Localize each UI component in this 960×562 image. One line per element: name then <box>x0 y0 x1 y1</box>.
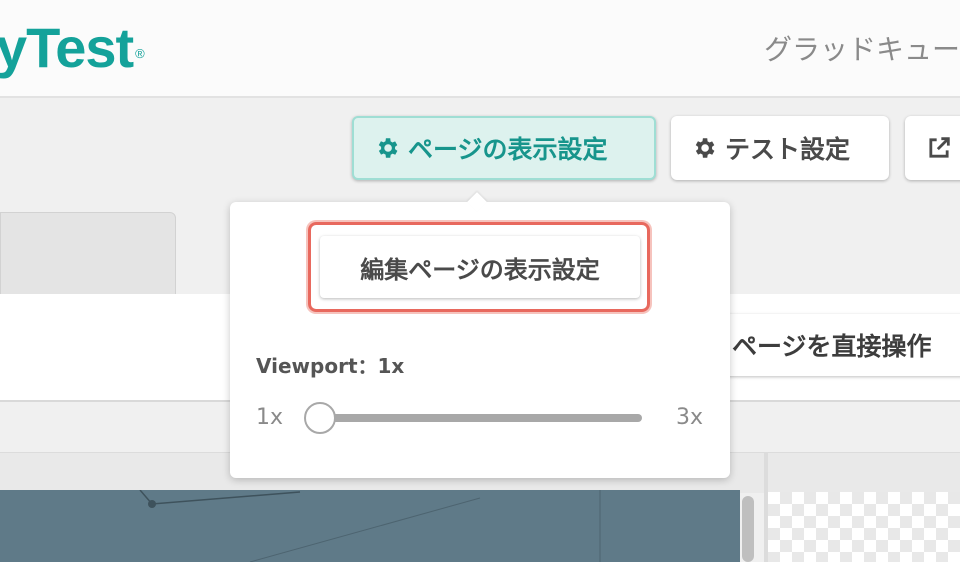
page-view-settings-button[interactable]: ページの表示設定 <box>352 116 656 180</box>
gear-icon <box>378 138 398 158</box>
open-external-button[interactable] <box>905 116 960 180</box>
test-settings-label: テスト設定 <box>725 135 851 164</box>
external-link-icon <box>929 137 950 158</box>
edit-page-view-settings-button[interactable]: 編集ページの表示設定 <box>320 236 640 298</box>
logo: yTest ® <box>0 16 145 79</box>
viewport-slider-thumb[interactable] <box>304 402 336 434</box>
transparent-background-preview <box>768 492 960 562</box>
app-header: yTest ® グラッドキュー <box>0 0 960 98</box>
slider-max-label: 3x <box>676 405 704 430</box>
preview-scrollbar[interactable] <box>742 496 754 562</box>
editor-tab[interactable] <box>0 212 176 296</box>
slider-min-label: 1x <box>256 405 284 430</box>
viewport-slider-track[interactable] <box>320 414 642 422</box>
viewport-label: Viewport：1x <box>256 354 405 378</box>
gear-icon <box>695 138 715 158</box>
page-preview-canvas[interactable] <box>0 490 740 562</box>
page-view-settings-label: ページの表示設定 <box>408 135 608 164</box>
preview-chart-lines <box>139 490 601 562</box>
registered-mark: ® <box>135 46 145 61</box>
test-settings-button[interactable]: テスト設定 <box>671 116 889 180</box>
header-project-title: グラッドキュー <box>764 33 960 66</box>
direct-operation-button[interactable]: ページを直接操作 <box>712 314 960 376</box>
direct-operation-label: ページを直接操作 <box>732 332 932 361</box>
logo-text: yTest <box>0 16 134 79</box>
edit-page-view-settings-label: 編集ページの表示設定 <box>360 255 600 284</box>
